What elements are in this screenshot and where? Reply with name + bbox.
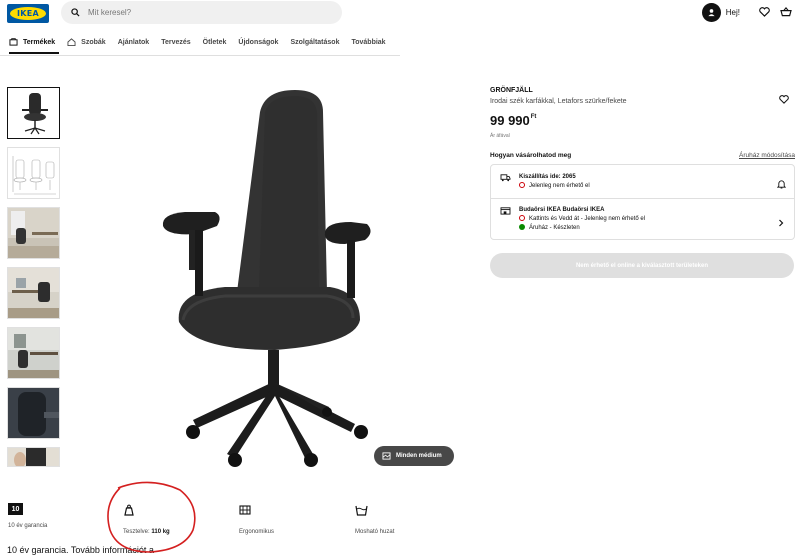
nav-divider: [0, 55, 400, 56]
nav-label: Továbbiak: [351, 38, 386, 46]
product-description: Irodai szék karfákkal, Letafors szürke/f…: [490, 98, 627, 105]
nav-label: Tervezés: [161, 38, 191, 46]
nav-item-ujdonsagok[interactable]: Újdonságok: [238, 39, 278, 46]
how-to-buy-row: Hogyan vásárolhatod meg Áruház módosítás…: [490, 152, 795, 159]
greeting-link[interactable]: Hej!: [726, 8, 740, 17]
nav-item-tovabbiak[interactable]: Továbbiak: [351, 39, 385, 46]
price-value: 99 990: [490, 113, 530, 128]
delivery-title: Kiszállítás ide: 2065: [519, 174, 576, 180]
stock-line: Áruház - Készleten: [519, 224, 645, 233]
nav-label: Szolgáltatások: [290, 38, 340, 46]
nav-label: Szobák: [81, 38, 106, 46]
truck-icon: [500, 174, 511, 182]
stock-status: Áruház - Készleten: [529, 225, 580, 231]
thumbnail-room-1[interactable]: [7, 207, 60, 259]
product-image[interactable]: [155, 82, 405, 472]
feature-washable: Mosható huzat: [355, 503, 394, 535]
nav-item-ajanlatok[interactable]: Ajánlatok: [118, 39, 150, 46]
feature-label: Ergonomikus: [239, 529, 275, 535]
product-price: 99 990 Ft: [490, 113, 795, 128]
catalog-icon: [9, 38, 18, 46]
all-media-label: Minden médium: [396, 453, 442, 459]
header-actions: Hej!: [701, 2, 800, 22]
main-nav: Termékek Szobák Ajánlatok Tervezés Ötlet…: [9, 38, 398, 46]
nav-item-termekek[interactable]: Termékek: [9, 38, 55, 46]
feature-tested: Tesztelve: 110 kg: [123, 503, 170, 535]
click-collect-status: Kattints és Vedd át - Jelenleg nem érhet…: [529, 216, 646, 222]
delivery-status-line: Jelenleg nem érhető el: [519, 182, 590, 191]
how-to-buy-title: Hogyan vásárolhatod meg: [490, 152, 572, 159]
feature-label: Tesztelve: 110 kg: [123, 529, 170, 535]
tested-prefix: Tesztelve:: [123, 529, 152, 535]
thumbnail-detail[interactable]: [7, 387, 60, 439]
heart-icon[interactable]: [756, 4, 772, 20]
change-store-link[interactable]: Áruház módosítása: [739, 152, 795, 159]
store-icon: [500, 207, 511, 215]
nav-item-szolgaltatasok[interactable]: Szolgáltatások: [290, 39, 339, 46]
product-info-panel: GRÖNFJÄLL Irodai szék karfákkal, Letafor…: [490, 87, 795, 278]
ikea-logo[interactable]: IKEA: [7, 4, 49, 23]
user-icon[interactable]: [701, 2, 721, 22]
feature-guarantee: 10 10 év garancia: [8, 503, 47, 529]
click-collect-line: Kattints és Vedd át - Jelenleg nem érhet…: [519, 215, 645, 224]
feature-label: Mosható huzat: [355, 529, 395, 535]
guarantee-badge: 10: [8, 503, 23, 515]
search-icon: [71, 8, 80, 17]
thumbnail-partial[interactable]: [7, 447, 60, 467]
product-name[interactable]: GRÖNFJÄLL: [490, 87, 795, 94]
thumbnail-list: [7, 87, 61, 475]
availability-box: Kiszállítás ide: 2065 Jelenleg nem érhet…: [490, 164, 795, 240]
gallery-icon: [382, 452, 391, 460]
store-text: Budaörsi IKEA Budaörsi IKEA Kattints és …: [519, 206, 645, 233]
unavailable-dot: [519, 215, 525, 221]
vat-note: Ár áfával: [490, 133, 510, 139]
nav-label: Ötletek: [202, 38, 227, 46]
nav-item-szobak[interactable]: Szobák: [67, 38, 106, 46]
in-stock-dot: [519, 224, 525, 230]
option-divider: [491, 198, 794, 199]
price-currency: Ft: [530, 114, 537, 120]
tested-value: 110 kg: [151, 529, 170, 535]
store-title: Budaörsi IKEA Budaörsi IKEA: [519, 207, 605, 213]
weight-icon: [124, 504, 134, 516]
nav-label: Ajánlatok: [117, 38, 150, 46]
store-option[interactable]: Budaörsi IKEA Budaörsi IKEA Kattints és …: [500, 206, 645, 233]
cart-icon[interactable]: [778, 4, 794, 20]
ergonomic-icon: [239, 505, 251, 515]
delivery-status: Jelenleg nem érhető el: [529, 183, 590, 189]
feature-ergonomic: Ergonomikus: [239, 503, 274, 535]
delivery-text: Kiszállítás ide: 2065 Jelenleg nem érhet…: [519, 173, 590, 191]
chevron-right-icon[interactable]: [778, 214, 784, 232]
favorite-heart-icon[interactable]: [779, 91, 789, 109]
nav-item-tervezes[interactable]: Tervezés: [161, 39, 190, 46]
search-placeholder: Mit keresel?: [88, 8, 132, 17]
washable-icon: [355, 505, 368, 516]
all-media-button[interactable]: Minden médium: [374, 446, 454, 466]
nav-active-indicator: [9, 52, 59, 54]
nav-label: Termékek: [23, 38, 56, 46]
nav-label: Újdonságok: [238, 38, 279, 46]
thumbnail-room-3[interactable]: [7, 327, 60, 379]
thumbnail-chair[interactable]: [7, 87, 60, 139]
home-icon: [67, 38, 76, 46]
guarantee-text: 10 év garancia. Tovább információt a: [7, 545, 154, 555]
search-input[interactable]: Mit keresel?: [61, 1, 342, 24]
unavailable-dot: [519, 182, 525, 188]
notify-bell-icon[interactable]: [776, 176, 787, 194]
logo-oval: IKEA: [10, 7, 46, 20]
feature-label: 10 év garancia: [8, 523, 48, 529]
thumbnail-room-2[interactable]: [7, 267, 60, 319]
delivery-option: Kiszállítás ide: 2065 Jelenleg nem érhet…: [500, 173, 590, 191]
add-to-cart-button[interactable]: Nem érhető el online a kiválasztott terü…: [490, 253, 794, 278]
thumbnail-dimensions[interactable]: [7, 147, 60, 199]
nav-item-otletek[interactable]: Ötletek: [203, 39, 227, 46]
feature-row: 10 10 év garancia Tesztelve: 110 kg Ergo…: [7, 503, 407, 535]
logo-text: IKEA: [16, 9, 40, 18]
